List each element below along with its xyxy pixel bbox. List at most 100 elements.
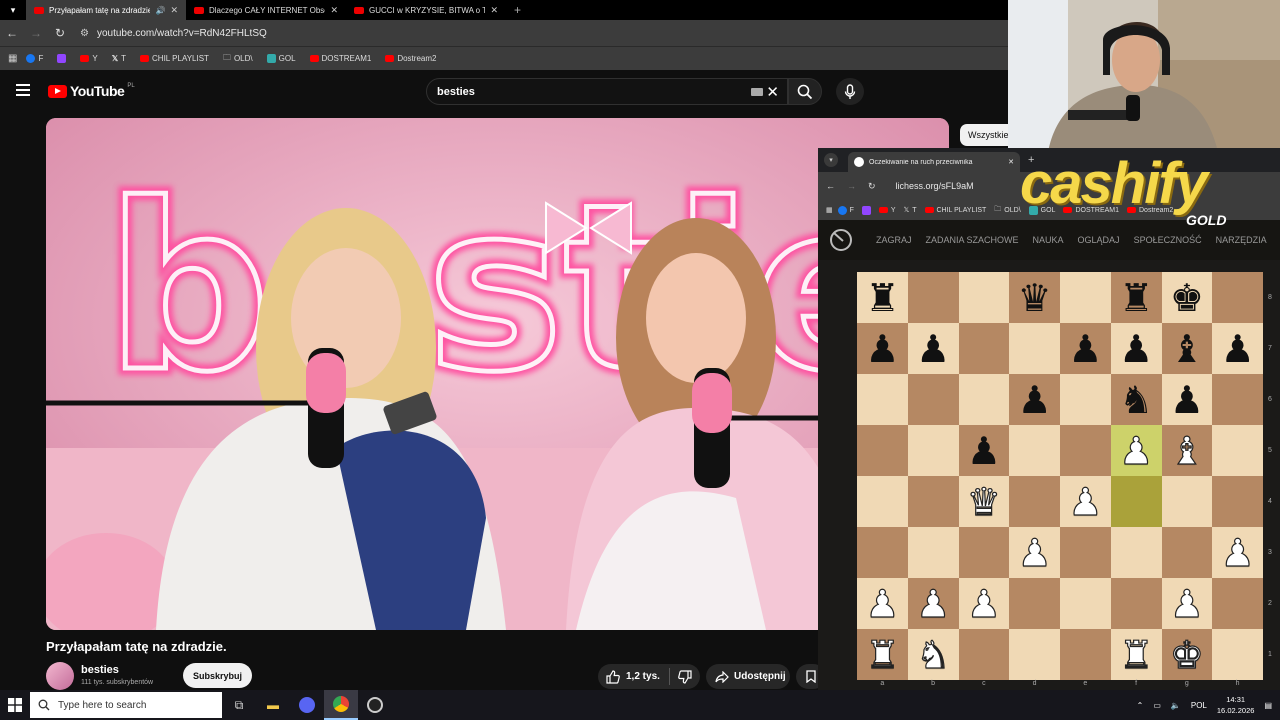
tab-search-button[interactable]: ▾ bbox=[824, 153, 838, 167]
share-button[interactable]: Udostępnij bbox=[706, 664, 790, 689]
start-button[interactable] bbox=[0, 690, 30, 720]
square-b7[interactable]: ♟ bbox=[907, 323, 959, 374]
square-g3[interactable] bbox=[1161, 527, 1213, 578]
square-g2[interactable]: ♟ bbox=[1161, 578, 1213, 629]
black-pawn-icon[interactable]: ♟ bbox=[1068, 330, 1102, 368]
square-a5[interactable] bbox=[857, 425, 908, 476]
apps-icon[interactable]: ▦ bbox=[826, 206, 833, 214]
square-f4[interactable] bbox=[1110, 476, 1162, 527]
bookmark-twitch[interactable] bbox=[52, 54, 71, 63]
square-h4[interactable] bbox=[1212, 476, 1263, 527]
square-a7[interactable]: ♟ bbox=[857, 323, 908, 374]
nav-puzzles[interactable]: ZADANIA SZACHOWE bbox=[926, 235, 1019, 245]
black-pawn-icon[interactable]: ♟ bbox=[1221, 330, 1255, 368]
taskbar-clock[interactable]: 14:31 16.02.2026 bbox=[1217, 694, 1255, 716]
white-pawn-icon[interactable]: ♟ bbox=[966, 584, 1001, 623]
square-e1[interactable] bbox=[1060, 629, 1111, 680]
like-button[interactable]: 1,2 tys. bbox=[598, 668, 670, 685]
bookmark-chil-playlist[interactable]: CHIL PLAYLIST bbox=[922, 207, 990, 214]
square-b4[interactable] bbox=[907, 476, 959, 527]
url-field[interactable]: ⚙ youtube.com/watch?v=RdN42FHLtSQ bbox=[80, 28, 267, 39]
square-a4[interactable] bbox=[857, 476, 908, 527]
channel-avatar[interactable] bbox=[46, 662, 74, 690]
square-e8[interactable] bbox=[1060, 272, 1111, 323]
square-c8[interactable] bbox=[958, 272, 1010, 323]
white-pawn-icon[interactable]: ♟ bbox=[1169, 584, 1204, 623]
square-d2[interactable] bbox=[1009, 578, 1060, 629]
reload-icon[interactable]: ↻ bbox=[48, 26, 72, 40]
square-e7[interactable]: ♟ bbox=[1060, 323, 1111, 374]
square-e5[interactable] bbox=[1060, 425, 1111, 476]
taskbar-search-input[interactable]: Type here to search bbox=[30, 692, 222, 718]
black-pawn-icon[interactable]: ♟ bbox=[1119, 330, 1153, 368]
volume-icon[interactable]: 🔈 bbox=[1171, 701, 1181, 710]
dislike-button[interactable] bbox=[670, 669, 692, 684]
square-c2[interactable]: ♟ bbox=[958, 578, 1010, 629]
black-pawn-icon[interactable]: ♟ bbox=[1018, 381, 1052, 419]
nav-play[interactable]: ZAGRAJ bbox=[876, 235, 912, 245]
site-info-icon[interactable]: ⚙ bbox=[80, 28, 89, 39]
square-f2[interactable] bbox=[1110, 578, 1162, 629]
square-b6[interactable] bbox=[907, 374, 959, 425]
square-d6[interactable]: ♟ bbox=[1009, 374, 1060, 425]
black-bishop-icon[interactable]: ♝ bbox=[1170, 330, 1204, 368]
bookmark-facebook[interactable]: F bbox=[21, 54, 48, 63]
browser-tab-2[interactable]: Dlaczego CAŁY INTERNET Obsesyjnie ✕ bbox=[186, 0, 346, 20]
black-pawn-icon[interactable]: ♟ bbox=[865, 330, 899, 368]
bookmark-dostream1[interactable]: DOSTREAM1 bbox=[305, 54, 377, 63]
square-g4[interactable] bbox=[1161, 476, 1213, 527]
white-pawn-icon[interactable]: ♟ bbox=[1118, 431, 1153, 470]
square-d8[interactable]: ♛ bbox=[1009, 272, 1060, 323]
square-d1[interactable] bbox=[1009, 629, 1060, 680]
square-b8[interactable] bbox=[907, 272, 959, 323]
bookmark-x[interactable]: 𝕏T bbox=[107, 54, 131, 63]
black-knight-icon[interactable]: ♞ bbox=[1119, 381, 1153, 419]
white-knight-icon[interactable]: ♞ bbox=[915, 635, 950, 674]
square-a3[interactable] bbox=[857, 527, 908, 578]
square-g6[interactable]: ♟ bbox=[1161, 374, 1213, 425]
square-f8[interactable]: ♜ bbox=[1110, 272, 1162, 323]
square-c6[interactable] bbox=[958, 374, 1010, 425]
nav-community[interactable]: SPOŁECZNOŚĆ bbox=[1134, 235, 1202, 245]
bookmark-chil-playlist[interactable]: CHIL PLAYLIST bbox=[135, 54, 214, 63]
white-queen-icon[interactable]: ♛ bbox=[966, 482, 1001, 521]
black-queen-icon[interactable]: ♛ bbox=[1018, 279, 1052, 317]
square-h2[interactable] bbox=[1212, 578, 1263, 629]
square-h8[interactable] bbox=[1212, 272, 1263, 323]
video-player[interactable]: besties besties bbox=[46, 118, 949, 630]
square-e2[interactable] bbox=[1060, 578, 1111, 629]
apps-icon[interactable]: ▦ bbox=[8, 53, 17, 64]
square-e4[interactable]: ♟ bbox=[1060, 476, 1111, 527]
speaker-icon[interactable]: 🔊 bbox=[155, 6, 165, 15]
bookmark-old-folder[interactable]: 🗀 OLD\ bbox=[218, 52, 258, 66]
white-pawn-icon[interactable]: ♟ bbox=[1017, 533, 1052, 572]
square-g7[interactable]: ♝ bbox=[1161, 323, 1213, 374]
bookmark-twitch[interactable] bbox=[859, 205, 874, 215]
bookmark-youtube[interactable]: Y bbox=[75, 54, 102, 63]
search-input[interactable]: besties ✕ bbox=[426, 78, 788, 105]
square-f5[interactable]: ♟ bbox=[1110, 425, 1162, 476]
lichess-tab[interactable]: Oczekiwanie na ruch przeciwnika ✕ bbox=[848, 152, 1020, 172]
square-c7[interactable] bbox=[958, 323, 1010, 374]
square-d7[interactable] bbox=[1009, 323, 1060, 374]
black-pawn-icon[interactable]: ♟ bbox=[967, 432, 1001, 470]
white-rook-icon[interactable]: ♜ bbox=[865, 635, 900, 674]
channel-name[interactable]: besties bbox=[81, 664, 119, 676]
file-explorer-icon[interactable]: ▬ bbox=[256, 690, 290, 720]
black-king-icon[interactable]: ♚ bbox=[1170, 279, 1204, 317]
search-button[interactable] bbox=[788, 78, 822, 105]
bookmark-gol[interactable]: GOL bbox=[262, 54, 301, 63]
chrome-icon[interactable] bbox=[324, 690, 358, 720]
bookmark-youtube[interactable]: Y bbox=[876, 207, 899, 214]
reload-icon[interactable]: ↻ bbox=[868, 181, 876, 192]
square-e3[interactable] bbox=[1060, 527, 1111, 578]
menu-icon[interactable] bbox=[16, 84, 30, 96]
square-f7[interactable]: ♟ bbox=[1110, 323, 1162, 374]
square-a2[interactable]: ♟ bbox=[857, 578, 908, 629]
black-pawn-icon[interactable]: ♟ bbox=[916, 330, 950, 368]
white-bishop-icon[interactable]: ♝ bbox=[1169, 431, 1204, 470]
clear-search-icon[interactable]: ✕ bbox=[766, 83, 779, 101]
lichess-logo-icon[interactable] bbox=[828, 227, 854, 253]
square-f1[interactable]: ♜ bbox=[1110, 629, 1162, 680]
square-c4[interactable]: ♛ bbox=[958, 476, 1010, 527]
